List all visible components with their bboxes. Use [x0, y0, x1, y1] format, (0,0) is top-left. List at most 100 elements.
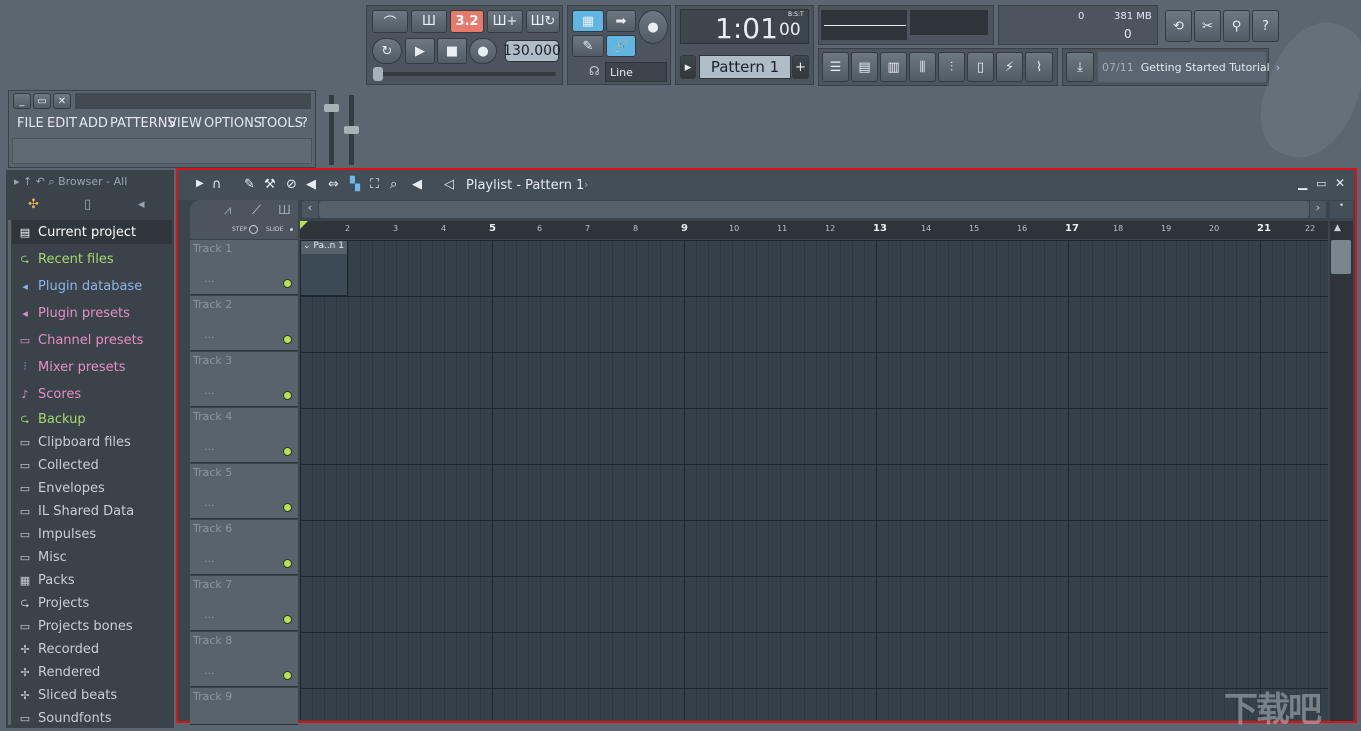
delete-tool-icon[interactable]: ⊘: [286, 177, 297, 192]
song-mode-button[interactable]: ↻: [372, 38, 402, 64]
track-header[interactable]: Track 3...: [190, 352, 298, 407]
audio-input-button[interactable]: ⚲: [1223, 10, 1250, 42]
browser-item-recent-files[interactable]: ⮎ Recent files: [18, 249, 114, 269]
link-button[interactable]: 🔗: [606, 35, 636, 57]
browser-item-projects-bones[interactable]: ▭ Projects bones: [18, 616, 133, 636]
stop-button[interactable]: ■: [437, 38, 467, 64]
browser-nav-icons[interactable]: ▸ ↑ ↶ ⌕: [14, 175, 58, 188]
record-button[interactable]: ●: [469, 38, 497, 64]
browser-item-current-project[interactable]: ▤ Current project: [18, 222, 136, 242]
master-pitch-knob[interactable]: [373, 67, 383, 81]
step-toggle[interactable]: [249, 225, 258, 234]
audio-track-icon[interactable]: ⩘: [224, 203, 231, 218]
plugin-picker-button[interactable]: ⚡: [996, 52, 1023, 82]
scroll-up-icon[interactable]: ▲: [1334, 223, 1341, 233]
hint-bar[interactable]: 07/11 Getting Started Tutorial ›: [1098, 52, 1280, 82]
slice-tool-icon[interactable]: ▚: [350, 177, 360, 192]
metronome-button[interactable]: ⌒: [372, 10, 408, 33]
track-header[interactable]: Track 9: [190, 688, 298, 725]
master-volume-knob[interactable]: [324, 104, 339, 112]
track-header[interactable]: Track 6...: [190, 520, 298, 575]
undo-button[interactable]: ⟲: [1165, 10, 1192, 42]
add-pattern-button[interactable]: +: [792, 55, 809, 79]
play-button[interactable]: ▶: [405, 38, 435, 64]
browser-item-mixer-presets[interactable]: ⫶ Mixer presets: [18, 357, 126, 377]
browser-item-soundfonts[interactable]: ▭ Soundfonts: [18, 708, 112, 728]
magnet-icon[interactable]: ∩: [212, 177, 222, 192]
browser-item-recorded[interactable]: ✢ Recorded: [18, 639, 99, 659]
snap-select[interactable]: Line: [605, 62, 667, 82]
browser-item-impulses[interactable]: ▭ Impulses: [18, 524, 96, 544]
vertical-scrollbar[interactable]: [1330, 221, 1353, 721]
playlist-minimize-button[interactable]: ▁: [1298, 176, 1307, 190]
vertical-scroll-thumb[interactable]: [1331, 240, 1351, 274]
track-mute-led[interactable]: [283, 615, 292, 624]
master-pitch-slider[interactable]: [376, 72, 556, 76]
cut-button[interactable]: ✂: [1194, 10, 1221, 42]
browser-item-sliced-beats[interactable]: ✢ Sliced beats: [18, 685, 117, 705]
arrow-button[interactable]: ➡: [606, 10, 636, 32]
browser-item-plugin-presets[interactable]: ◂ Plugin presets: [18, 303, 130, 323]
playlist-title[interactable]: Playlist - Pattern 1: [466, 178, 584, 193]
playlist-window-button[interactable]: ☰: [822, 52, 849, 82]
paint-tool-icon[interactable]: ⚒: [264, 177, 276, 192]
menu-help[interactable]: ?: [301, 116, 308, 131]
menu-view[interactable]: VIEW: [168, 116, 202, 131]
track-header[interactable]: Track 7...: [190, 576, 298, 631]
slide-toggle[interactable]: [290, 228, 293, 231]
loop-record-button[interactable]: Ш↻: [526, 10, 560, 33]
pattern-prev-button[interactable]: ▸: [680, 55, 696, 79]
track-mute-led[interactable]: [283, 447, 292, 456]
channel-rack-button[interactable]: ▤: [851, 52, 878, 82]
mute-tool-icon[interactable]: ◀: [306, 177, 316, 192]
minimize-button[interactable]: _: [13, 93, 31, 109]
track-header[interactable]: Track 5...: [190, 464, 298, 519]
browser-filter-file-icon[interactable]: ▯: [84, 197, 91, 212]
menu-file[interactable]: FILE: [17, 116, 44, 131]
menu-patterns[interactable]: PATTERNS: [110, 116, 176, 131]
maximize-button[interactable]: ▭: [33, 93, 51, 109]
slip-tool-icon[interactable]: ⇔: [328, 177, 339, 192]
browser-item-plugin-database[interactable]: ◂ Plugin database: [18, 276, 142, 296]
browser-item-backup[interactable]: ⮎ Backup: [18, 409, 86, 429]
stamp-button[interactable]: ✎: [572, 35, 604, 57]
close-button[interactable]: ✕: [53, 93, 71, 109]
download-button[interactable]: ⤓: [1066, 52, 1094, 82]
menu-options[interactable]: OPTIONS: [204, 116, 262, 131]
playlist-grid[interactable]: [300, 240, 1328, 720]
main-volume-knob[interactable]: ●: [638, 10, 668, 44]
touch-controller-button[interactable]: ⌇: [1025, 52, 1053, 82]
automation-icon[interactable]: ⟋: [252, 203, 261, 218]
browser-item-misc[interactable]: ▭ Misc: [18, 547, 67, 567]
browser-item-channel-presets[interactable]: ▭ Channel presets: [18, 330, 144, 350]
browser-item-clipboard-files[interactable]: ▭ Clipboard files: [18, 432, 131, 452]
pattern-selector[interactable]: Pattern 1: [699, 55, 791, 79]
pattern-clip[interactable]: ⌄ Pa..n 1: [300, 240, 348, 296]
track-mute-led[interactable]: [283, 391, 292, 400]
track-mute-led[interactable]: [283, 503, 292, 512]
project-info-button[interactable]: ▯: [967, 52, 994, 82]
track-header[interactable]: Track 1...: [190, 240, 298, 295]
menu-tools[interactable]: TOOLS: [259, 116, 303, 131]
track-header[interactable]: Track 8...: [190, 632, 298, 687]
browser-item-il-shared-data[interactable]: ▭ IL Shared Data: [18, 501, 134, 521]
track-mute-led[interactable]: [283, 279, 292, 288]
track-mute-led[interactable]: [283, 335, 292, 344]
piano-roll-mode-button[interactable]: ▦: [572, 10, 604, 32]
select-tool-icon[interactable]: ⛶: [370, 177, 379, 192]
playlist-title-arrow-icon[interactable]: ›: [584, 178, 588, 191]
browser-item-projects[interactable]: ⮎ Projects: [18, 593, 90, 613]
mixer-faders-button[interactable]: ⫶: [938, 52, 965, 82]
horizontal-scrollbar[interactable]: [319, 201, 1309, 218]
step-edit-button[interactable]: Ш+: [487, 10, 523, 33]
zoom-tool-icon[interactable]: ⌕: [390, 177, 397, 192]
menu-add[interactable]: ADD: [79, 116, 108, 131]
master-pitch-vknob[interactable]: [344, 126, 359, 134]
scroll-left-button[interactable]: ‹: [302, 201, 318, 218]
browser-item-scores[interactable]: ♪ Scores: [18, 384, 81, 404]
time-display[interactable]: 1:01 00 B:S:T: [680, 9, 809, 45]
playlist-options-icon[interactable]: ▶: [196, 178, 204, 189]
browser-filter-plugin-icon[interactable]: ◂: [138, 197, 145, 212]
mixer-button[interactable]: ⫼: [909, 52, 936, 82]
song-start-marker-icon[interactable]: [300, 221, 308, 229]
